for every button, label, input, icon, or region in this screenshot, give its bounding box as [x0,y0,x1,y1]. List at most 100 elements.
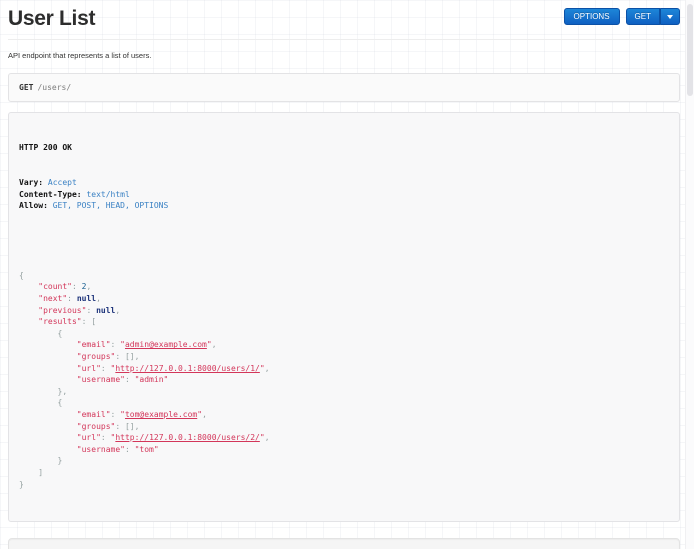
json-link[interactable]: tom@example.com [125,410,197,419]
json-token: , [96,294,101,303]
json-token: "email" [77,340,111,349]
json-line: { [19,328,669,340]
json-token [19,317,38,326]
json-token: { [58,329,63,338]
json-token: null [77,294,96,303]
json-token [19,294,38,303]
json-line: ] [19,467,669,479]
json-token: "count" [38,282,72,291]
json-line: "url": "http://127.0.0.1:8000/users/1/", [19,363,669,375]
json-token: : [86,306,96,315]
json-line: "url": "http://127.0.0.1:8000/users/2/", [19,432,669,444]
json-line: "count": 2, [19,281,669,293]
response-body: HTTP 200 OK Vary: AcceptContent-Type: te… [8,112,680,522]
json-token: "admin" [135,375,169,384]
response-status-line: HTTP 200 OK [19,142,669,154]
response-json: { "count": 2, "next": null, "previous": … [19,270,669,490]
json-token: : [72,282,82,291]
json-token: : [], [115,422,139,431]
json-token: "url" [77,364,101,373]
json-token [19,340,77,349]
json-token: "groups" [77,422,116,431]
json-link[interactable]: http://127.0.0.1:8000/users/2/ [115,433,260,442]
page-title: User List [8,7,95,30]
json-token: , [265,364,270,373]
json-token [19,398,58,407]
json-token: , [115,306,120,315]
json-line: "email": "admin@example.com", [19,339,669,351]
get-dropdown-button[interactable] [660,8,680,25]
toolbar: OPTIONS GET [564,8,680,25]
json-token: null [96,306,115,315]
scrollbar[interactable] [685,0,694,549]
json-token [19,468,38,477]
json-line: { [19,397,669,409]
json-token [19,422,77,431]
json-line: "groups": [], [19,351,669,363]
blank-line [19,235,669,247]
options-button[interactable]: OPTIONS [564,8,620,25]
json-line: }, [19,386,669,398]
json-token: , [212,340,217,349]
page: User List OPTIONS GET API endpoint that … [8,0,680,549]
response-header-line: Vary: Accept [19,177,669,189]
create-user-form: Username Email Groups POST [8,538,680,549]
json-token [19,282,38,291]
json-token [19,387,58,396]
response-header-line: Content-Type: text/html [19,189,669,201]
json-token: : [111,340,121,349]
json-token: } [19,480,24,489]
json-token: : [67,294,77,303]
json-token: , [265,433,270,442]
json-token: : [111,410,121,419]
json-token: : [ [82,317,96,326]
json-token: "previous" [38,306,86,315]
json-link[interactable]: admin@example.com [125,340,207,349]
json-token: { [19,271,24,280]
chevron-down-icon [667,15,673,19]
json-token: { [58,398,63,407]
json-token [19,410,77,419]
json-token: : [125,375,135,384]
get-button-group: GET [626,8,680,25]
get-button[interactable]: GET [626,8,660,25]
response-header-line: Allow: GET, POST, HEAD, OPTIONS [19,200,669,212]
json-token [19,433,77,442]
json-token: }, [58,387,68,396]
request-line: GET/users/ [8,73,680,102]
json-token: : [101,433,111,442]
json-line: "previous": null, [19,305,669,317]
json-line: "next": null, [19,293,669,305]
json-token: } [58,456,63,465]
json-token: "url" [77,433,101,442]
endpoint-description: API endpoint that represents a list of u… [8,51,680,60]
json-token: , [86,282,91,291]
json-token: : [], [115,352,139,361]
json-token: : [101,364,111,373]
json-line: } [19,479,669,491]
json-line: "results": [ [19,316,669,328]
json-token [19,306,38,315]
json-line: "username": "tom" [19,444,669,456]
json-link[interactable]: http://127.0.0.1:8000/users/1/ [115,364,260,373]
scrollbar-thumb[interactable] [687,4,693,96]
json-token [19,445,77,454]
json-token: , [202,410,207,419]
json-token [19,352,77,361]
request-method: GET [19,83,33,92]
request-path: /users/ [37,83,71,92]
json-token: "username" [77,375,125,384]
json-token: "tom" [135,445,159,454]
json-line: "username": "admin" [19,374,669,386]
json-token: "results" [38,317,81,326]
json-line: "email": "tom@example.com", [19,409,669,421]
json-line: "groups": [], [19,421,669,433]
json-token [19,375,77,384]
page-header: User List OPTIONS GET [8,0,680,40]
json-line: } [19,455,669,467]
response-headers: Vary: AcceptContent-Type: text/htmlAllow… [19,177,669,212]
json-token: "username" [77,445,125,454]
json-token [19,329,58,338]
json-line: { [19,270,669,282]
json-token: ] [38,468,43,477]
